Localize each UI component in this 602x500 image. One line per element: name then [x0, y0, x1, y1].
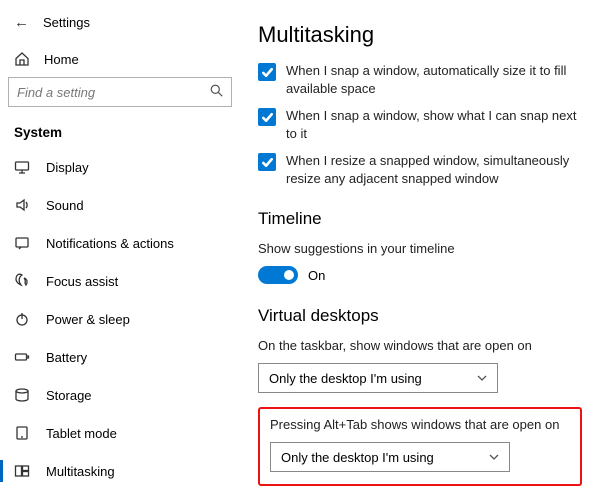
snap-suggest-label: When I snap a window, show what I can sn…	[286, 107, 582, 142]
snap-resize-label: When I resize a snapped window, simultan…	[286, 152, 582, 187]
alttab-label: Pressing Alt+Tab shows windows that are …	[270, 417, 570, 432]
sidebar-item-tablet[interactable]: Tablet mode	[0, 414, 240, 452]
settings-title: Settings	[43, 15, 90, 30]
storage-icon	[14, 387, 30, 403]
display-icon	[14, 159, 30, 175]
timeline-toggle-state: On	[308, 268, 325, 283]
snap-resize-checkbox[interactable]	[258, 153, 276, 171]
multitasking-icon	[14, 463, 30, 479]
sidebar-item-label: Focus assist	[46, 274, 118, 289]
sound-icon	[14, 197, 30, 213]
chevron-down-icon	[489, 450, 499, 465]
page-title: Multitasking	[258, 22, 582, 48]
sidebar-item-storage[interactable]: Storage	[0, 376, 240, 414]
category-label: System	[0, 117, 240, 148]
snap-fill-label: When I snap a window, automatically size…	[286, 62, 582, 97]
sidebar-item-label: Tablet mode	[46, 426, 117, 441]
sidebar-item-battery[interactable]: Battery	[0, 338, 240, 376]
alttab-value: Only the desktop I'm using	[281, 450, 434, 465]
sidebar-item-power[interactable]: Power & sleep	[0, 300, 240, 338]
focus-assist-icon	[14, 273, 30, 289]
notifications-icon	[14, 235, 30, 251]
power-icon	[14, 311, 30, 327]
sidebar-item-label: Notifications & actions	[46, 236, 174, 251]
sidebar-item-label: Sound	[46, 198, 84, 213]
snap-suggest-checkbox[interactable]	[258, 108, 276, 126]
home-nav[interactable]: Home	[0, 43, 240, 77]
sidebar-item-projecting[interactable]: Projecting to this PC	[0, 490, 240, 500]
sidebar-item-label: Power & sleep	[46, 312, 130, 327]
sidebar-item-display[interactable]: Display	[0, 148, 240, 186]
sidebar-item-focus[interactable]: Focus assist	[0, 262, 240, 300]
sidebar-item-label: Battery	[46, 350, 87, 365]
home-icon	[14, 51, 30, 67]
taskbar-windows-label: On the taskbar, show windows that are op…	[258, 338, 582, 353]
battery-icon	[14, 349, 30, 365]
back-button[interactable]: ←	[14, 14, 29, 31]
virtual-desktops-heading: Virtual desktops	[258, 306, 582, 326]
timeline-suggestions-label: Show suggestions in your timeline	[258, 241, 582, 256]
sidebar-item-label: Display	[46, 160, 89, 175]
timeline-heading: Timeline	[258, 209, 582, 229]
home-label: Home	[44, 52, 79, 67]
alttab-highlight: Pressing Alt+Tab shows windows that are …	[258, 407, 582, 486]
sidebar-item-notifications[interactable]: Notifications & actions	[0, 224, 240, 262]
timeline-toggle[interactable]	[258, 266, 298, 284]
sidebar-item-label: Storage	[46, 388, 92, 403]
sidebar-item-label: Multitasking	[46, 464, 115, 479]
taskbar-windows-value: Only the desktop I'm using	[269, 371, 422, 386]
taskbar-windows-dropdown[interactable]: Only the desktop I'm using	[258, 363, 498, 393]
sidebar-item-multitasking[interactable]: Multitasking	[0, 452, 240, 490]
alttab-dropdown[interactable]: Only the desktop I'm using	[270, 442, 510, 472]
sidebar-item-sound[interactable]: Sound	[0, 186, 240, 224]
chevron-down-icon	[477, 371, 487, 386]
search-input[interactable]	[9, 78, 231, 106]
tablet-icon	[14, 425, 30, 441]
search-icon	[210, 84, 223, 100]
snap-fill-checkbox[interactable]	[258, 63, 276, 81]
